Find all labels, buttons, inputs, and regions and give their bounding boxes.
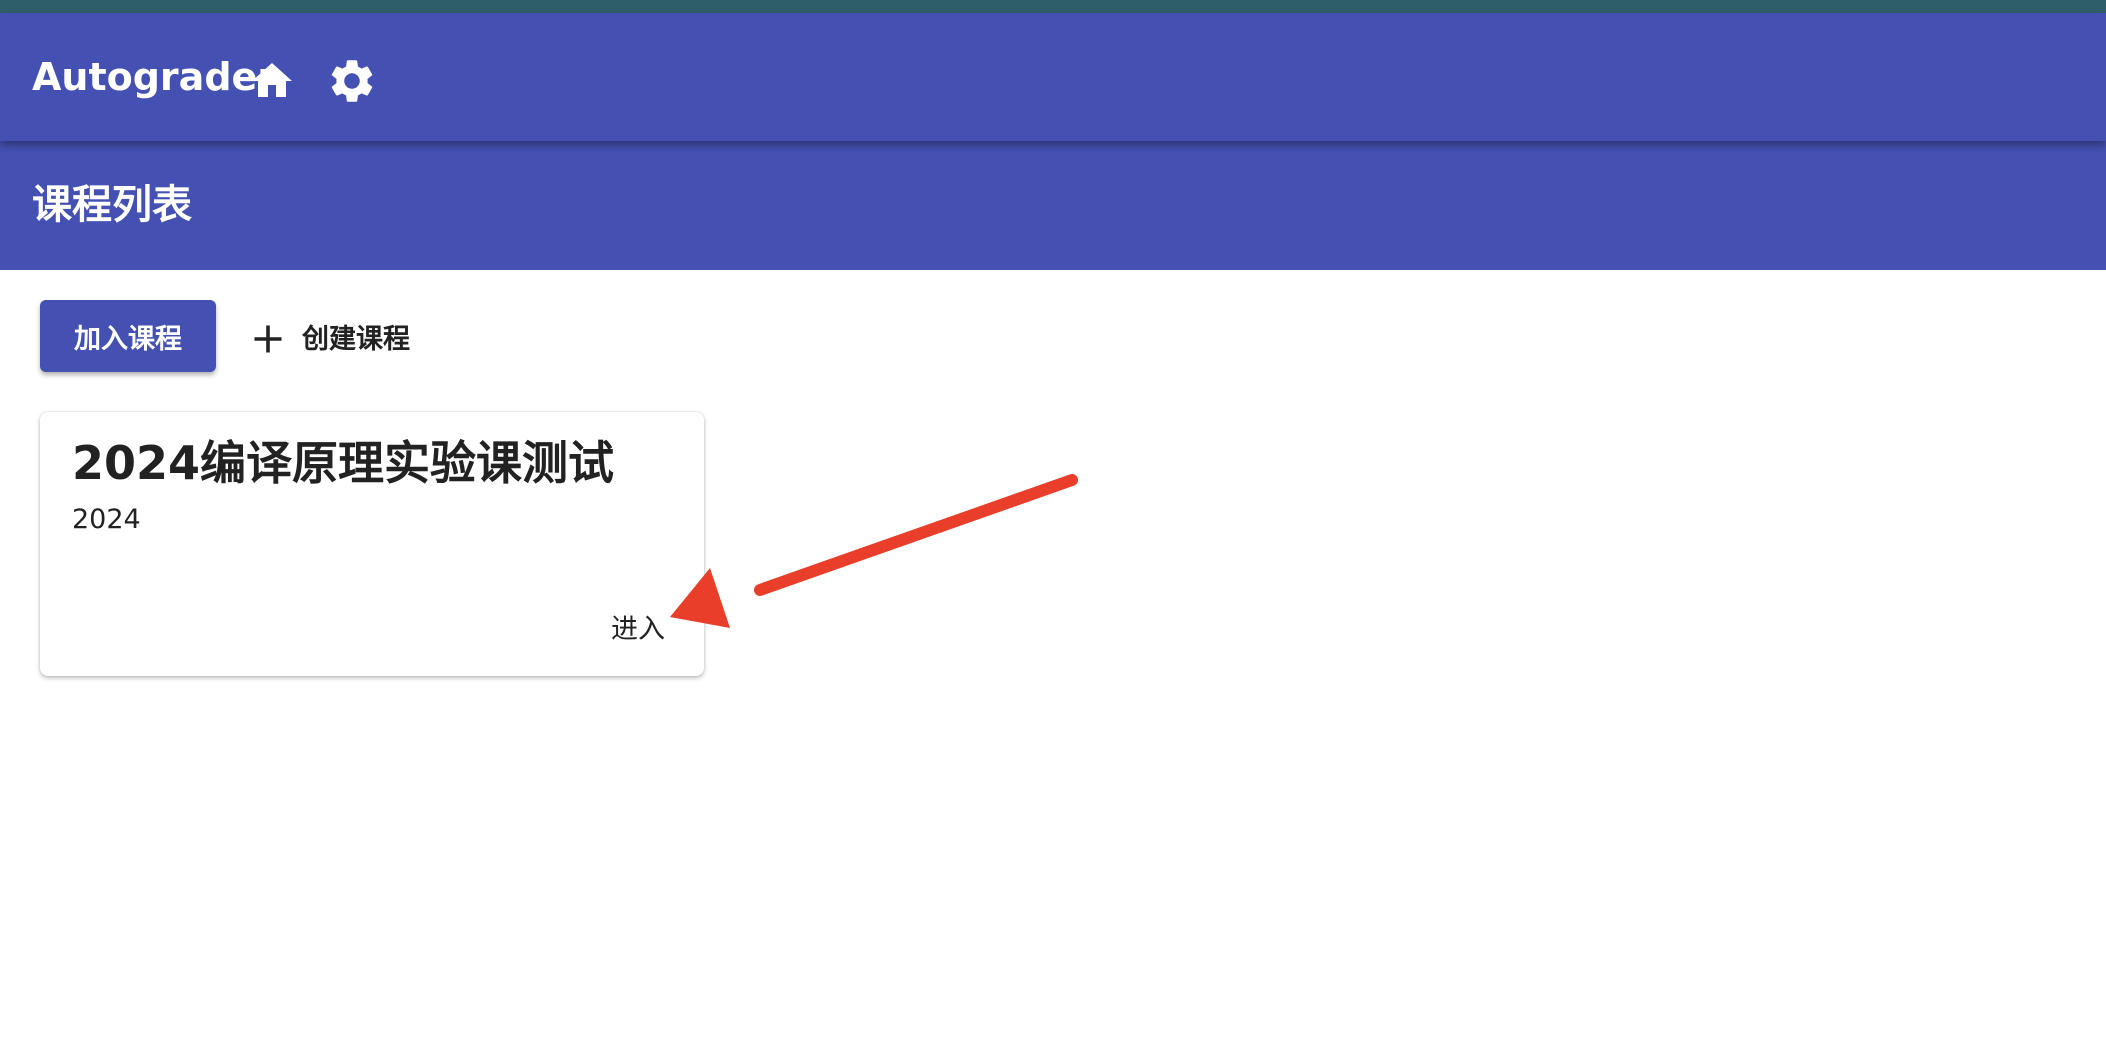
annotation-arrow-shaft	[754, 474, 1078, 596]
sub-header: 课程列表	[0, 141, 2106, 270]
app-title[interactable]: Autograder	[32, 53, 276, 101]
home-icon[interactable]	[248, 57, 296, 105]
page: Autograder 课程列表 加入课程 创建课程 2024编译原理实验课测试 …	[0, 0, 2106, 1058]
app-bar: Autograder	[0, 13, 2106, 141]
enter-course-button[interactable]: 进入	[588, 602, 688, 650]
gear-icon[interactable]	[326, 55, 378, 107]
course-year: 2024	[72, 504, 141, 535]
plus-icon	[254, 325, 282, 353]
join-course-button[interactable]: 加入课程	[40, 300, 216, 372]
create-course-button[interactable]: 创建课程	[250, 300, 430, 372]
page-title: 课程列表	[32, 182, 192, 228]
course-title: 2024编译原理实验课测试	[72, 436, 615, 490]
top-strip	[0, 0, 2106, 13]
create-course-label: 创建课程	[302, 323, 410, 355]
course-card: 2024编译原理实验课测试 2024 进入	[40, 412, 704, 676]
